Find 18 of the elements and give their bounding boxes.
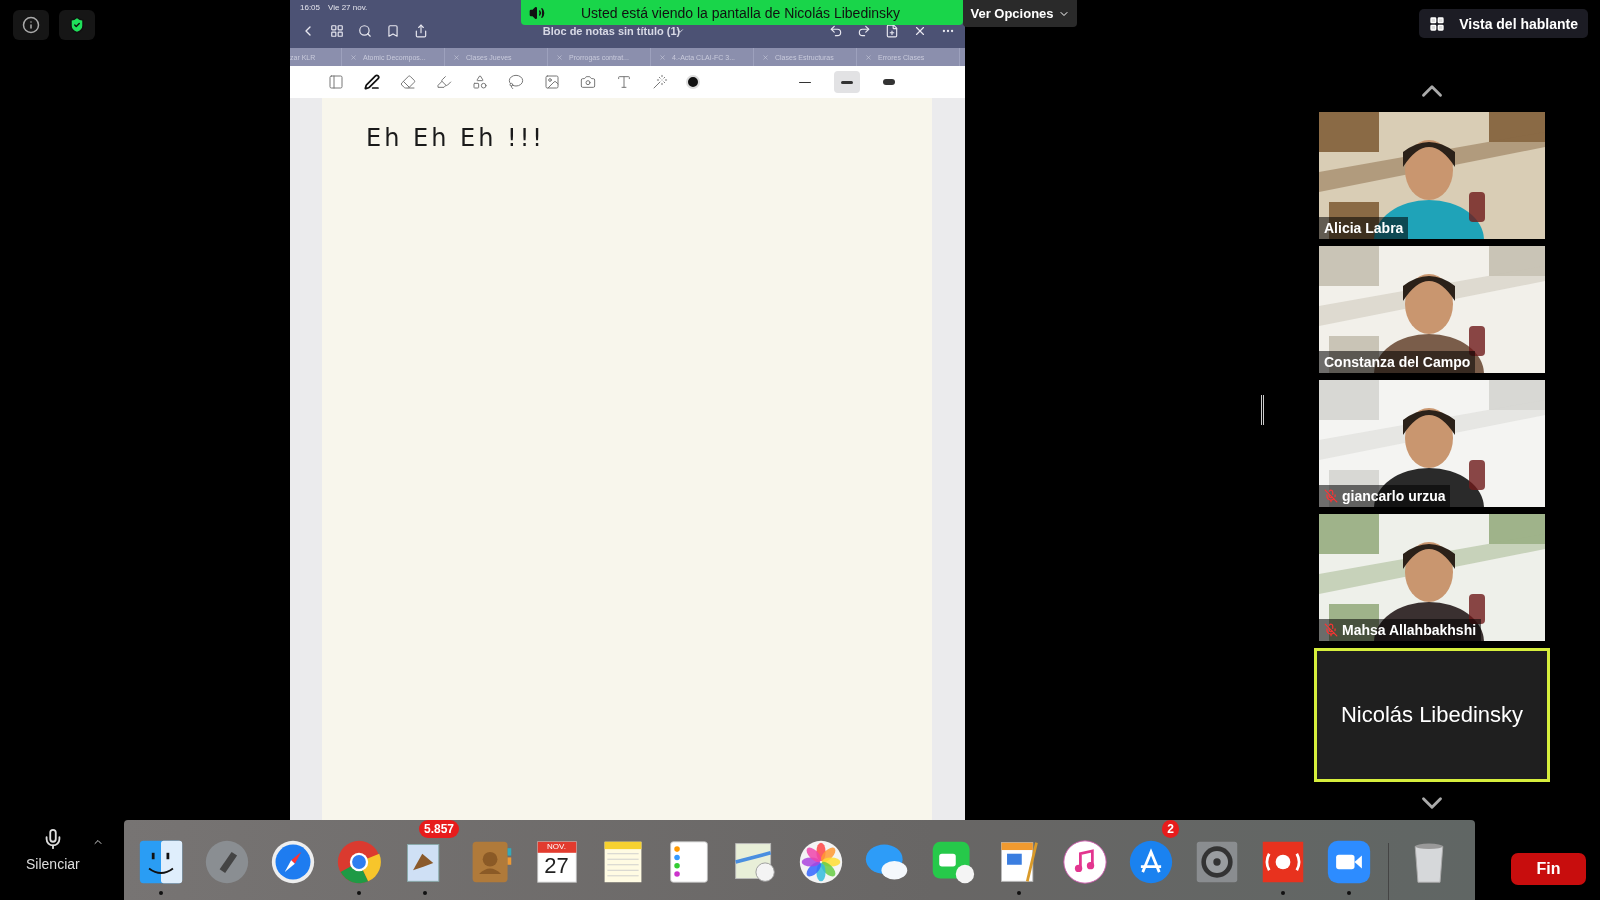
- end-meeting-button[interactable]: Fin: [1511, 853, 1586, 885]
- status-date: Vie 27 nov.: [328, 3, 368, 14]
- calendar-day: 27: [544, 855, 569, 877]
- notification-badge: 5.857: [418, 820, 459, 838]
- participant-name: Constanza del Campo: [1324, 354, 1471, 370]
- speaker-view-button[interactable]: Vista del hablante: [1419, 9, 1588, 38]
- calendar-month: NOV.: [547, 843, 566, 851]
- participant-name: Nicolás Libedinsky: [1340, 702, 1524, 728]
- status-time: 16:05: [300, 3, 321, 14]
- notification-badge: 2: [1162, 820, 1179, 838]
- view-options-button[interactable]: Ver Opciones: [963, 0, 1077, 27]
- participant-name: Alicia Labra: [1324, 220, 1404, 236]
- banner-text: Usted está viendo la pantalla de Nicolás Libedinsky: [581, 4, 901, 21]
- mute-button[interactable]: Silenciar: [26, 828, 80, 872]
- participant-name: Mahsa Allahbakhshi: [1342, 622, 1477, 638]
- notebook-title[interactable]: Bloc de notas sin título (1): [442, 25, 811, 37]
- participant-name: giancarlo urzua: [1342, 488, 1446, 504]
- handwritten-text: Eh Eh Eh !!!: [366, 124, 545, 152]
